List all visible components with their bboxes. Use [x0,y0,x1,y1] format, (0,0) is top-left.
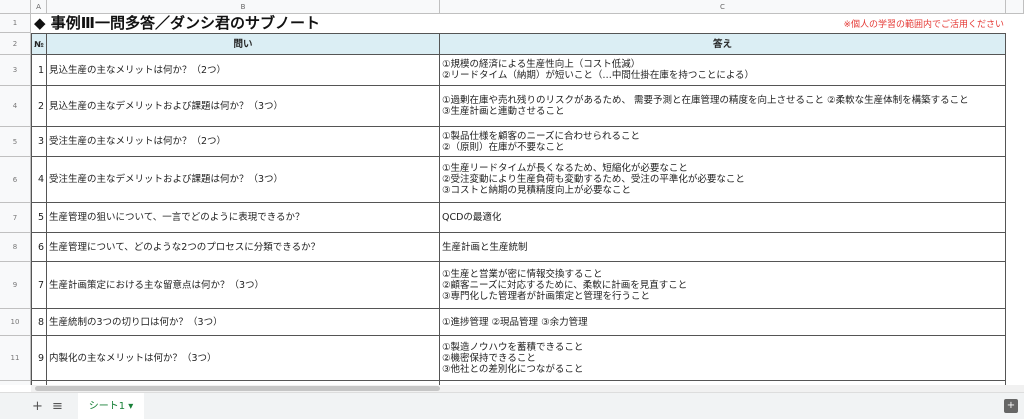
all-sheets-button[interactable]: ≡ [52,393,63,420]
row-header[interactable]: 1 [0,14,31,33]
sheet-tab-bar: + ≡ シート1 ▾ + [0,392,1024,420]
spreadsheet-grid[interactable]: A B C ◆ 事例Ⅲ一問多答／ダンシ君のサブノート ※個人の学習の範囲内でご活… [0,0,1024,385]
answer-cell[interactable]: ①生産と営業が密に情報交換すること ②顧客ニーズに対応するために、柔軟に計画を見… [440,262,1006,309]
row-header[interactable]: 8 [0,233,31,262]
header-question[interactable]: 問い [47,33,440,55]
question-cell[interactable]: 見込生産の主なデメリットおよび課題は何か？（3つ） [47,86,440,127]
row-header[interactable]: 4 [0,86,31,127]
usage-note[interactable]: ※個人の学習の範囲内でご活用ください [843,19,1004,31]
question-cell[interactable]: 生産管理の狙いについて、一言でどのように表現できるか？ [47,203,440,233]
row-header[interactable]: 9 [0,262,31,309]
row-header[interactable]: 3 [0,55,31,86]
explore-button[interactable]: + [1004,399,1018,413]
row-number-cell[interactable]: 6 [31,233,47,262]
scrollbar-thumb[interactable] [35,386,440,391]
row-header[interactable]: 10 [0,309,31,336]
row-number-cell[interactable]: 7 [31,262,47,309]
question-cell[interactable]: 生産管理について、どのような2つのプロセスに分類できるか？ [47,233,440,262]
question-cell[interactable]: 見込生産の主なメリットは何か？（2つ） [47,55,440,86]
column-header-b[interactable]: B [47,0,440,14]
row-header[interactable] [0,381,31,385]
answer-cell[interactable]: ①規模の経済による生産性向上（コスト低減） ②リードタイム（納期）が短いこと（…… [440,55,1006,86]
row-number-cell[interactable]: 2 [31,86,47,127]
question-cell[interactable]: 内製化の主なメリットは何か？（3つ） [47,336,440,381]
header-no[interactable]: № [31,33,47,55]
add-sheet-button[interactable]: + [32,393,43,420]
answer-cell[interactable]: ①製品仕様を顧客のニーズに合わせられること ②（原則）在庫が不要なこと [440,127,1006,157]
column-header-c[interactable]: C [440,0,1006,14]
answer-cell[interactable]: ①過剰在庫や売れ残りのリスクがあるため、 需要予測と在庫管理の精度を向上させるこ… [440,86,1006,127]
row-number-cell[interactable]: 4 [31,157,47,203]
header-answer[interactable]: 答え [440,33,1006,55]
row-header[interactable]: 7 [0,203,31,233]
answer-cell[interactable]: QCDの最適化 [440,203,1006,233]
row-header[interactable]: 5 [0,127,31,157]
row-header[interactable]: 11 [0,336,31,381]
answer-cell[interactable]: 生産計画と生産統制 [440,233,1006,262]
answer-cell[interactable]: ①進捗管理 ②現品管理 ③余力管理 [440,309,1006,336]
column-header-a[interactable]: A [31,0,47,14]
row-number-cell[interactable]: 1 [31,55,47,86]
sheet-title[interactable]: ◆ 事例Ⅲ一問多答／ダンシ君のサブノート [34,14,320,33]
row-header[interactable]: 6 [0,157,31,203]
question-cell[interactable]: 生産計画策定における主な留意点は何か？（3つ） [47,262,440,309]
row-header[interactable]: 2 [0,33,31,55]
row-number-cell[interactable]: 3 [31,127,47,157]
answer-cell[interactable]: ①製造ノウハウを蓄積できること ②機密保持できること ③他社との差別化につながる… [440,336,1006,381]
question-cell[interactable]: 生産統制の3つの切り口は何か？（3つ） [47,309,440,336]
question-cell[interactable]: 受注生産の主なメリットは何か？（2つ） [47,127,440,157]
question-cell[interactable]: 受注生産の主なデメリットおよび課題は何か？（3つ） [47,157,440,203]
column-header-d[interactable] [1006,0,1024,14]
answer-cell[interactable]: ①生産リードタイムが長くなるため、短縮化が必要なこと ②受注変動により生産負荷も… [440,157,1006,203]
horizontal-scrollbar[interactable] [31,385,1024,392]
row-number-cell[interactable]: 9 [31,336,47,381]
corner-select-all[interactable] [0,0,31,14]
row-number-cell[interactable]: 8 [31,309,47,336]
sheet-tab-sheet1[interactable]: シート1 ▾ [78,393,144,420]
row-number-cell[interactable]: 5 [31,203,47,233]
